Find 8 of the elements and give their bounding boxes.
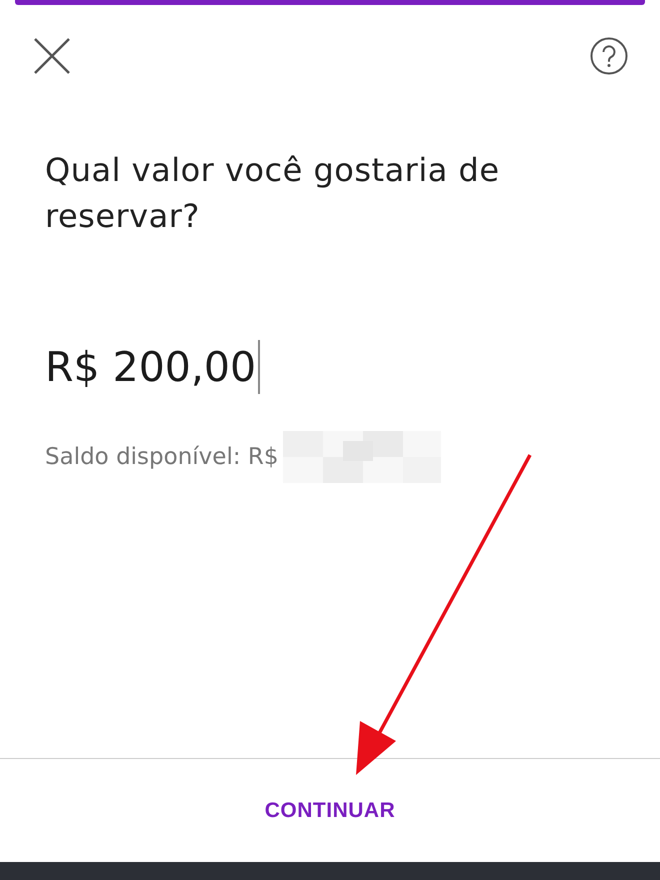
- help-icon[interactable]: [590, 37, 628, 75]
- close-icon[interactable]: [33, 37, 71, 75]
- question-title: Qual valor você gostaria de reservar?: [45, 150, 500, 237]
- continue-button[interactable]: CONTINUAR: [256, 792, 404, 828]
- text-cursor: [258, 340, 260, 394]
- balance-label: Saldo disponível: R$: [45, 444, 279, 470]
- amount-field[interactable]: R$ 200,00: [45, 339, 256, 395]
- redacted-value-icon: [282, 431, 441, 483]
